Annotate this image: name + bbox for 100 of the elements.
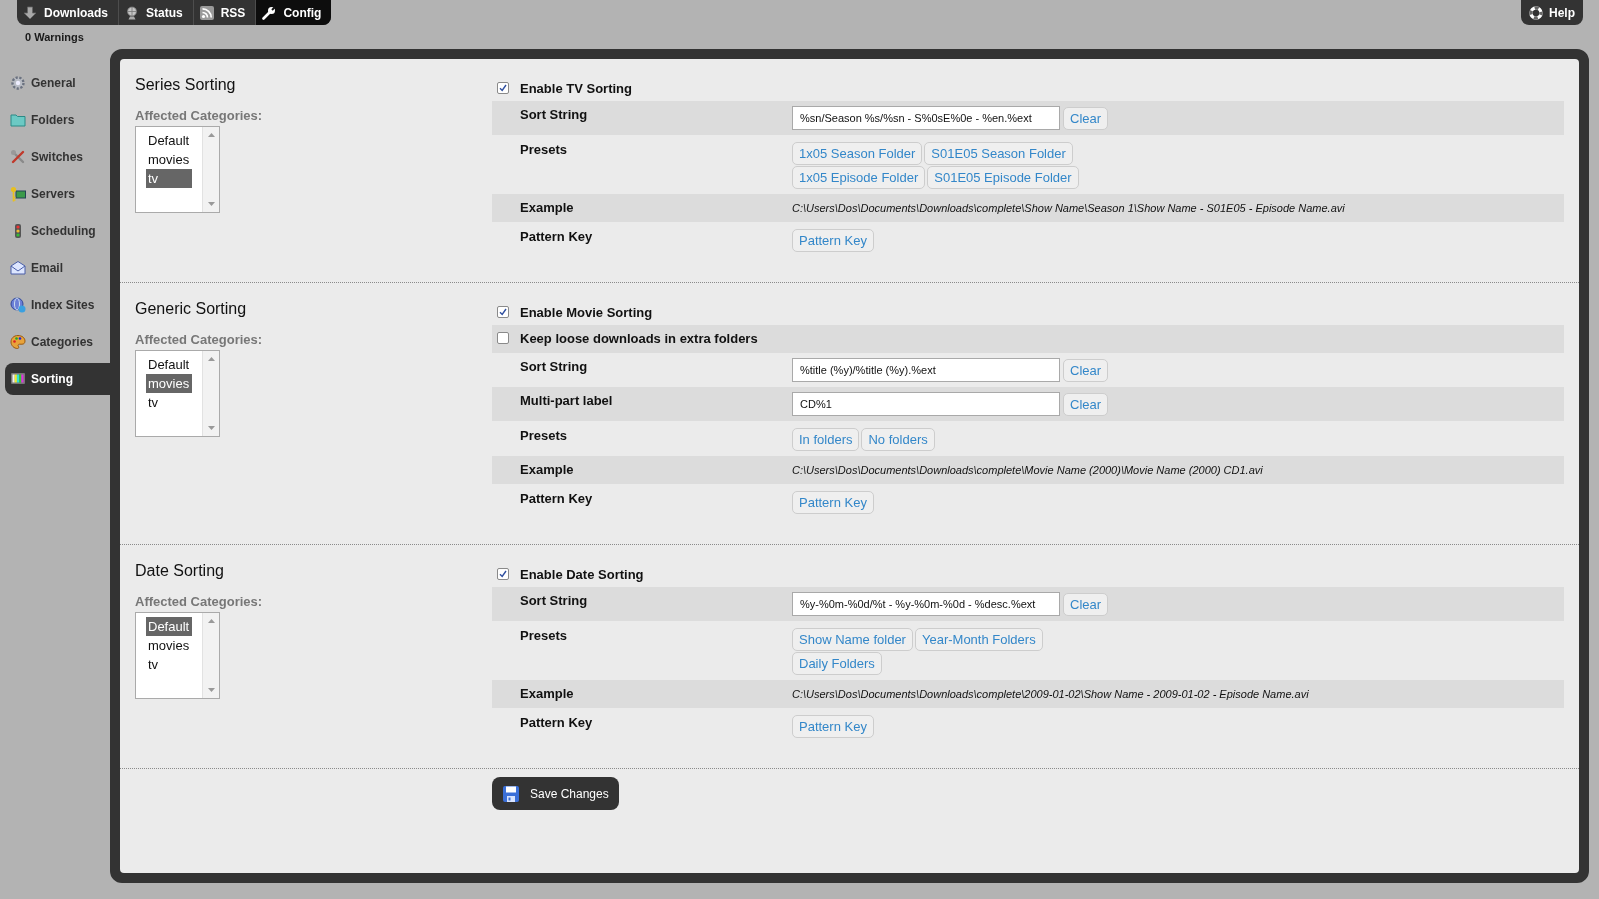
preset-button[interactable]: S01E05 Season Folder xyxy=(924,142,1073,165)
scrollbar[interactable] xyxy=(202,127,219,212)
sidebar-item[interactable]: Switches xyxy=(5,141,110,173)
caret-down-icon xyxy=(207,688,215,692)
save-button[interactable]: Save Changes xyxy=(492,777,619,810)
clear-button[interactable]: Clear xyxy=(1063,358,1109,382)
preset-button[interactable]: 1x05 Season Folder xyxy=(792,142,923,165)
pattern-key-button[interactable]: Pattern Key xyxy=(792,491,874,514)
globe-icon xyxy=(10,297,26,313)
field-label: Example xyxy=(520,200,575,216)
globe-icon xyxy=(125,5,139,20)
checkbox-label: Enable TV Sorting xyxy=(520,81,633,97)
category-option[interactable]: movies xyxy=(146,374,192,393)
sidebar-item[interactable]: Folders xyxy=(5,104,110,136)
preset-button[interactable]: Year-Month Folders xyxy=(914,628,1043,651)
caret-up-icon xyxy=(207,133,215,137)
caret-down-icon xyxy=(207,202,215,206)
categories-label: Affected Categories: xyxy=(135,108,264,124)
category-option[interactable]: Default xyxy=(146,131,192,150)
example-path: C:\Users\Dos\Documents\Downloads\complete\Show Name\Season 1\Show Name - S01E05 - Episode Name.avi xyxy=(792,201,1345,216)
category-option[interactable]: tv xyxy=(146,169,192,188)
preset-button[interactable]: No folders xyxy=(861,428,935,451)
tools-icon xyxy=(10,149,26,165)
sidebar-item[interactable]: General xyxy=(5,67,110,99)
category-option[interactable]: tv xyxy=(146,393,192,412)
checkbox-label: Enable Movie Sorting xyxy=(520,305,654,321)
checkmark-icon xyxy=(499,308,507,316)
preset-button[interactable]: Show Name folder xyxy=(792,628,913,651)
category-option[interactable]: tv xyxy=(146,655,192,674)
field-label: Multi-part label xyxy=(520,392,614,409)
caret-down-icon xyxy=(207,426,215,430)
scrollbar[interactable] xyxy=(202,351,219,436)
field-label: Example xyxy=(520,686,575,702)
example-path: C:\Users\Dos\Documents\Downloads\complete\2009-01-02\Show Name - 2009-01-02 - Episode Name.avi xyxy=(792,687,1309,702)
nav-tab[interactable]: Config xyxy=(256,0,332,25)
sidebar-item[interactable]: Scheduling xyxy=(5,215,110,247)
category-listbox[interactable]: Default movies tv xyxy=(135,126,220,213)
lifebuoy-icon xyxy=(1529,5,1543,20)
warnings-link[interactable]: 0 Warnings xyxy=(25,30,84,44)
category-option[interactable]: movies xyxy=(146,636,192,655)
category-option[interactable]: Default xyxy=(146,355,192,374)
checkbox-label: Enable Date Sorting xyxy=(520,567,645,583)
categories-label: Affected Categories: xyxy=(135,332,264,348)
field-label: Pattern Key xyxy=(520,229,594,245)
palette-icon xyxy=(10,334,26,350)
sidebar-item[interactable]: Email xyxy=(5,252,110,284)
checkbox[interactable] xyxy=(497,82,509,94)
field-label: Pattern Key xyxy=(520,491,594,507)
checkbox[interactable] xyxy=(497,306,509,318)
section-title: Generic Sorting xyxy=(135,299,248,319)
field-label: Sort String xyxy=(520,592,589,609)
checkbox[interactable] xyxy=(497,332,509,344)
pattern-key-button[interactable]: Pattern Key xyxy=(792,229,874,252)
field-label: Presets xyxy=(520,142,568,158)
field-label: Sort String xyxy=(520,106,589,123)
sidebar-item[interactable]: Categories xyxy=(5,326,110,358)
clear-button[interactable]: Clear xyxy=(1063,592,1109,616)
field-label: Sort String xyxy=(520,358,589,375)
nav-tab[interactable]: Downloads xyxy=(17,0,119,25)
rss-icon xyxy=(199,5,214,20)
category-option[interactable]: Default xyxy=(146,617,192,636)
category-listbox[interactable]: Default movies tv xyxy=(135,612,220,699)
checkbox[interactable] xyxy=(497,568,509,580)
pattern-key-button[interactable]: Pattern Key xyxy=(792,715,874,738)
folder-icon xyxy=(10,112,26,128)
field-label: Presets xyxy=(520,428,568,444)
sidebar-item[interactable]: Index Sites xyxy=(5,289,110,321)
scrollbar[interactable] xyxy=(202,613,219,698)
checkbox-label: Keep loose downloads in extra folders xyxy=(520,331,759,347)
caret-up-icon xyxy=(207,619,215,623)
section-title: Date Sorting xyxy=(135,561,225,581)
text-input[interactable]: %y-%0m-%0d/%t - %y-%0m-%0d - %desc.%ext xyxy=(792,592,1060,616)
caret-up-icon xyxy=(207,357,215,361)
checkmark-icon xyxy=(499,84,507,92)
categories-label: Affected Categories: xyxy=(135,594,264,610)
wrench-icon xyxy=(262,5,277,20)
example-path: C:\Users\Dos\Documents\Downloads\complete\Movie Name (2000)\Movie Name (2000) CD1.avi xyxy=(792,463,1263,478)
field-label: Presets xyxy=(520,628,568,644)
sidebar-item[interactable]: Servers xyxy=(5,178,110,210)
help-button[interactable]: Help xyxy=(1521,0,1583,25)
preset-button[interactable]: In folders xyxy=(792,428,860,451)
preset-button[interactable]: Daily Folders xyxy=(792,652,882,675)
preset-button[interactable]: 1x05 Episode Folder xyxy=(792,166,926,189)
sidebar-item[interactable]: Sorting xyxy=(5,363,110,395)
text-input[interactable]: %title (%y)/%title (%y).%ext xyxy=(792,358,1060,382)
clear-button[interactable]: Clear xyxy=(1063,106,1109,130)
text-input[interactable]: %sn/Season %s/%sn - S%0sE%0e - %en.%ext xyxy=(792,106,1060,130)
clear-button[interactable]: Clear xyxy=(1063,392,1109,416)
monitor-icon xyxy=(10,371,26,387)
down-arrow-icon xyxy=(23,5,37,20)
nav-tab[interactable]: Status xyxy=(119,0,194,25)
field-label: Pattern Key xyxy=(520,715,594,731)
text-input[interactable]: CD%1 xyxy=(792,392,1060,416)
nav-tab[interactable]: RSS xyxy=(193,0,257,25)
category-listbox[interactable]: Default movies tv xyxy=(135,350,220,437)
category-option[interactable]: movies xyxy=(146,150,192,169)
section-title: Series Sorting xyxy=(135,75,237,95)
key-card-icon xyxy=(10,186,26,202)
preset-button[interactable]: S01E05 Episode Folder xyxy=(927,166,1079,189)
field-label: Example xyxy=(520,462,575,478)
